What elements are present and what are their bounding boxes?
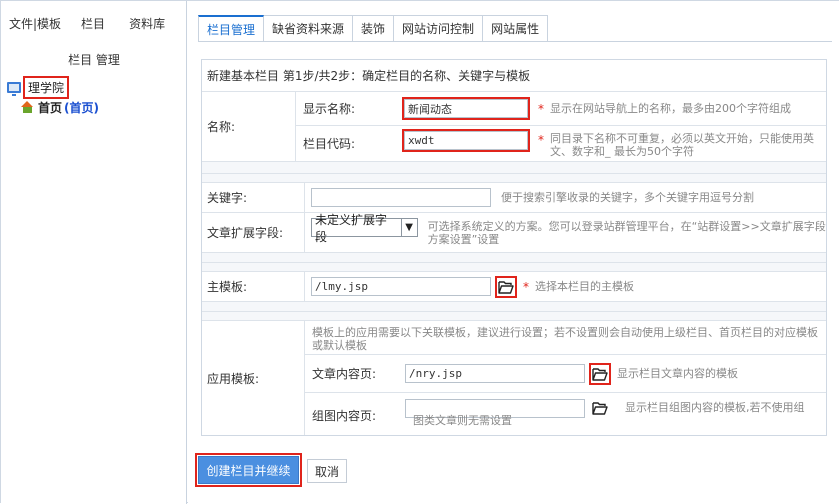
- app-window: 文件|模板 栏目 资料库 栏目 管理 理学院 首页 (首页) 栏目管理 缺省资料…: [0, 0, 839, 504]
- left-panel-title: 栏目 管理: [68, 53, 120, 67]
- main-template-label: 主模板:: [202, 272, 305, 301]
- ext-fields-select[interactable]: 未定义扩展字段 ▼: [311, 213, 418, 244]
- display-name-row: 显示名称: 新闻动态 * 显示在网站导航上的名称，最多由200个字符组成: [296, 92, 826, 126]
- tab-column-management[interactable]: 栏目管理: [198, 15, 265, 42]
- keywords-input[interactable]: [311, 188, 491, 207]
- main-template-input[interactable]: /lmy.jsp: [311, 277, 491, 296]
- section-spacer: [202, 162, 826, 174]
- gallery-template-row: 组图内容页: 显示栏目组图内容的模板,若不使用组图类文章则无需设置: [305, 393, 826, 435]
- keywords-row: 关键字: 便于搜索引擎收录的关键字，多个关键字用逗号分割: [202, 183, 826, 213]
- tab-divider: [198, 41, 832, 42]
- chevron-down-icon[interactable]: ▼: [400, 219, 417, 236]
- tab-site-properties[interactable]: 网站属性: [483, 15, 549, 42]
- monitor-icon: [7, 81, 21, 96]
- display-name-hint: 显示在网站导航上的名称，最多由200个字符组成: [550, 102, 791, 115]
- left-tab-files-templates[interactable]: 文件|模板: [9, 15, 61, 32]
- tree-root-node[interactable]: 理学院: [7, 75, 99, 99]
- tab-access-control[interactable]: 网站访问控制: [394, 15, 484, 42]
- main-template-hint: 选择本栏目的主模板: [535, 280, 634, 293]
- ext-fields-hint: 可选择系统定义的方案。您可以登录站群管理平台，在“站群设置>>文章扩展字段方案设…: [427, 220, 826, 246]
- section-spacer: [202, 174, 826, 183]
- left-tabs: 文件|模板 栏目 资料库: [9, 13, 165, 33]
- name-row: 名称: 显示名称: 新闻动态 * 显示在网站导航上的名称，最多由200个字符组成…: [202, 92, 826, 162]
- code-label: 栏目代码:: [303, 137, 356, 151]
- left-panel: 文件|模板 栏目 资料库 栏目 管理 理学院 首页 (首页): [1, 1, 187, 504]
- tree-home-label[interactable]: 首页: [38, 99, 62, 116]
- form-heading: 新建基本栏目 第1步/共2步：确定栏目的名称、关键字与模板: [202, 60, 826, 92]
- tab-bar: 栏目管理 缺省资料来源 装饰 网站访问控制 网站属性: [198, 15, 549, 42]
- tree-home-tag: (首页): [64, 100, 99, 115]
- ext-fields-label: 文章扩展字段:: [202, 213, 305, 252]
- keywords-hint: 便于搜索引擎收录的关键字，多个关键字用逗号分割: [501, 191, 754, 204]
- display-name-input[interactable]: 新闻动态: [402, 97, 530, 120]
- left-tab-library[interactable]: 资料库: [129, 15, 165, 32]
- article-template-hint: 显示栏目文章内容的模板: [617, 367, 738, 380]
- tree-node-home[interactable]: 首页 (首页): [21, 97, 99, 117]
- tab-decoration[interactable]: 装饰: [353, 15, 395, 42]
- section-spacer: [202, 263, 826, 272]
- home-icon: [21, 101, 34, 113]
- article-template-input[interactable]: /nry.jsp: [405, 364, 585, 383]
- code-input[interactable]: xwdt: [402, 129, 530, 152]
- left-tab-columns[interactable]: 栏目: [81, 15, 105, 32]
- create-column-continue-button[interactable]: 创建栏目并继续: [195, 453, 302, 487]
- folder-open-icon[interactable]: [495, 275, 517, 298]
- gallery-template-label: 组图内容页:: [312, 409, 377, 423]
- article-template-label: 文章内容页:: [312, 367, 377, 381]
- app-templates-label: 应用模板:: [202, 321, 305, 435]
- ext-fields-selected: 未定义扩展字段: [315, 212, 388, 244]
- code-hint: 同目录下名称不可重复，必须以英文开始，只能使用英文、数字和_ 最长为50个字符: [550, 132, 814, 158]
- app-templates-row: 应用模板: 模板上的应用需要以下关联模板，建议进行设置；若不设置则会自动使用上级…: [202, 321, 826, 435]
- required-star: *: [538, 133, 544, 147]
- cancel-button[interactable]: 取消: [307, 459, 347, 483]
- keywords-label: 关键字:: [202, 183, 305, 212]
- column-tree: 理学院 首页 (首页): [7, 75, 99, 117]
- required-star: *: [523, 279, 529, 294]
- ext-fields-row: 文章扩展字段: 未定义扩展字段 ▼ 可选择系统定义的方案。您可以登录站群管理平台…: [202, 213, 826, 253]
- section-spacer: [202, 253, 826, 263]
- name-label: 名称:: [202, 92, 296, 161]
- tab-default-source[interactable]: 缺省资料来源: [264, 15, 354, 42]
- display-name-label: 显示名称:: [303, 102, 356, 116]
- section-spacer: [202, 312, 826, 321]
- gallery-template-hint: 显示栏目组图内容的模板,若不使用组图类文章则无需设置: [413, 401, 805, 427]
- main-panel: 栏目管理 缺省资料来源 装饰 网站访问控制 网站属性 新建基本栏目 第1步/共2…: [188, 1, 839, 504]
- article-template-row: 文章内容页: /nry.jsp 显示栏目文章内容的模板: [305, 355, 826, 393]
- code-row: 栏目代码: xwdt * 同目录下名称不可重复，必须以英文开始，只能使用英文、数…: [296, 126, 826, 161]
- section-spacer: [202, 302, 826, 312]
- new-column-form: 新建基本栏目 第1步/共2步：确定栏目的名称、关键字与模板 名称: 显示名称: …: [201, 59, 827, 436]
- required-star: *: [538, 101, 544, 116]
- main-template-row: 主模板: /lmy.jsp * 选择本栏目的主模板: [202, 272, 826, 302]
- app-templates-intro: 模板上的应用需要以下关联模板，建议进行设置；若不设置则会自动使用上级栏目、首页栏…: [312, 326, 818, 352]
- tree-root-label[interactable]: 理学院: [23, 75, 70, 99]
- folder-open-icon[interactable]: [589, 362, 611, 385]
